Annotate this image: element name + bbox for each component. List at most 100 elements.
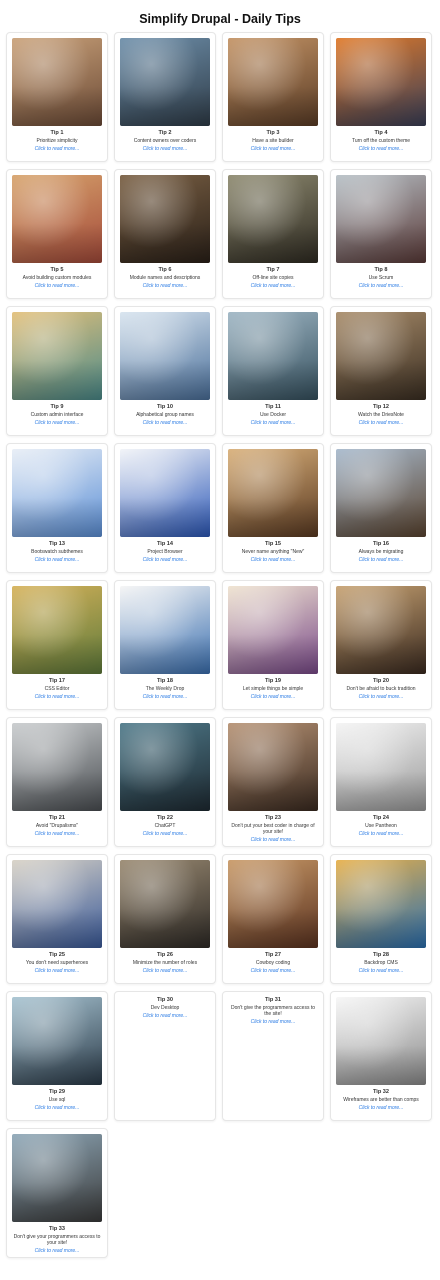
tip-image[interactable]	[12, 586, 102, 674]
read-more-link[interactable]: Click to read more...	[359, 694, 404, 700]
tip-image[interactable]	[228, 175, 318, 263]
tip-card[interactable]: Tip 3 Have a site builder Click to read mo…	[222, 32, 324, 162]
tip-card[interactable]: Tip 32 Wireframes are better than comps Cl…	[330, 991, 432, 1121]
tip-image[interactable]	[336, 38, 426, 126]
tip-image[interactable]	[120, 175, 210, 263]
tip-card[interactable]: Tip 20 Don't be afraid to buck tradition C…	[330, 580, 432, 710]
read-more-link[interactable]: Click to read more...	[359, 420, 404, 426]
tip-title: Off-line site copies	[252, 275, 294, 281]
tip-image[interactable]	[336, 997, 426, 1085]
read-more-link[interactable]: Click to read more...	[35, 1105, 80, 1111]
read-more-link[interactable]: Click to read more...	[35, 694, 80, 700]
read-more-link[interactable]: Click to read more...	[35, 146, 80, 152]
tip-image[interactable]	[228, 449, 318, 537]
read-more-link[interactable]: Click to read more...	[251, 283, 296, 289]
tip-image[interactable]	[120, 38, 210, 126]
tip-card[interactable]: Tip 13 Bootswatch subthemes Click to read …	[6, 443, 108, 573]
read-more-link[interactable]: Click to read more...	[143, 283, 188, 289]
tip-image[interactable]	[336, 175, 426, 263]
tip-card[interactable]: Tip 10 Alphabetical group names Click to r…	[114, 306, 216, 436]
tip-card[interactable]: Tip 28 Backdrop CMS Click to read more...	[330, 854, 432, 984]
tip-image[interactable]	[12, 175, 102, 263]
tip-card[interactable]: Tip 17 CSS Editor Click to read more...	[6, 580, 108, 710]
tip-card[interactable]: Tip 9 Custom admin interface Click to read…	[6, 306, 108, 436]
tip-image[interactable]	[336, 449, 426, 537]
read-more-link[interactable]: Click to read more...	[143, 968, 188, 974]
tip-card[interactable]: Tip 24 Use Pantheon Click to read more...	[330, 717, 432, 847]
tip-card[interactable]: Tip 19 Let simple things be simple Click t…	[222, 580, 324, 710]
read-more-link[interactable]: Click to read more...	[143, 1013, 188, 1019]
read-more-link[interactable]: Click to read more...	[251, 146, 296, 152]
read-more-link[interactable]: Click to read more...	[359, 557, 404, 563]
tip-image[interactable]	[120, 449, 210, 537]
tip-card[interactable]: Tip 11 Use Docker Click to read more...	[222, 306, 324, 436]
read-more-link[interactable]: Click to read more...	[251, 694, 296, 700]
tip-image[interactable]	[336, 860, 426, 948]
tip-title: Custom admin interface	[30, 412, 84, 418]
tip-card[interactable]: Tip 4 Turn off the custom theme Click to r…	[330, 32, 432, 162]
read-more-link[interactable]: Click to read more...	[251, 420, 296, 426]
tip-image[interactable]	[120, 586, 210, 674]
read-more-link[interactable]: Click to read more...	[143, 146, 188, 152]
read-more-link[interactable]: Click to read more...	[35, 283, 80, 289]
read-more-link[interactable]: Click to read more...	[359, 1105, 404, 1111]
tip-image[interactable]	[12, 312, 102, 400]
tip-card[interactable]: Tip 5 Avoid building custom modules Click …	[6, 169, 108, 299]
read-more-link[interactable]: Click to read more...	[143, 694, 188, 700]
tip-card[interactable]: Tip 21 Avoid "Drupalisms" Click to read mo…	[6, 717, 108, 847]
tip-image[interactable]	[12, 449, 102, 537]
tip-card[interactable]: Tip 12 Watch the DriesNote Click to read m…	[330, 306, 432, 436]
tip-card[interactable]: Tip 14 Project Browser Click to read more.…	[114, 443, 216, 573]
read-more-link[interactable]: Click to read more...	[251, 557, 296, 563]
read-more-link[interactable]: Click to read more...	[359, 831, 404, 837]
tip-card[interactable]: Tip 22 ChatGPT Click to read more...	[114, 717, 216, 847]
tip-image[interactable]	[12, 860, 102, 948]
read-more-link[interactable]: Click to read more...	[251, 968, 296, 974]
tip-card[interactable]: Tip 26 Minimize the number of roles Click …	[114, 854, 216, 984]
tip-image[interactable]	[12, 997, 102, 1085]
tip-image[interactable]	[12, 723, 102, 811]
tip-image[interactable]	[12, 1134, 102, 1222]
tip-card[interactable]: Tip 18 The Weekly Drop Click to read more.…	[114, 580, 216, 710]
read-more-link[interactable]: Click to read more...	[143, 557, 188, 563]
read-more-link[interactable]: Click to read more...	[35, 831, 80, 837]
read-more-link[interactable]: Click to read more...	[35, 420, 80, 426]
tip-card[interactable]: Tip 29 Use sql Click to read more...	[6, 991, 108, 1121]
read-more-link[interactable]: Click to read more...	[35, 968, 80, 974]
tip-image[interactable]	[12, 38, 102, 126]
tip-image[interactable]	[336, 312, 426, 400]
tip-card[interactable]: Tip 27 Cowboy coding Click to read more...	[222, 854, 324, 984]
read-more-link[interactable]: Click to read more...	[359, 283, 404, 289]
read-more-link[interactable]: Click to read more...	[251, 1019, 296, 1025]
read-more-link[interactable]: Click to read more...	[143, 831, 188, 837]
tip-image[interactable]	[228, 860, 318, 948]
tip-image[interactable]	[228, 586, 318, 674]
read-more-link[interactable]: Click to read more...	[35, 557, 80, 563]
read-more-link[interactable]: Click to read more...	[359, 968, 404, 974]
tip-image[interactable]	[228, 38, 318, 126]
tip-card[interactable]: Tip 7 Off-line site copies Click to read m…	[222, 169, 324, 299]
tip-image[interactable]	[120, 860, 210, 948]
read-more-link[interactable]: Click to read more...	[143, 420, 188, 426]
tip-image[interactable]	[336, 586, 426, 674]
tip-card[interactable]: Tip 23 Don't put your best coder in charg…	[222, 717, 324, 847]
tip-card[interactable]: Tip 15 Never name anything "New" Click to …	[222, 443, 324, 573]
tip-card[interactable]: Tip 33 Don't give your programmers access…	[6, 1128, 108, 1258]
tip-card[interactable]: Tip 6 Module names and descriptions Click …	[114, 169, 216, 299]
tip-card[interactable]: Tip 30 Dev Desktop Click to read more...	[114, 991, 216, 1121]
read-more-link[interactable]: Click to read more...	[35, 1248, 80, 1254]
tip-card[interactable]: Tip 25 You don't need superheroes Click to…	[6, 854, 108, 984]
tip-image[interactable]	[120, 723, 210, 811]
tip-image[interactable]	[228, 723, 318, 811]
tip-card[interactable]: Tip 2 Content owners over coders Click to …	[114, 32, 216, 162]
tip-image[interactable]	[336, 723, 426, 811]
tip-card[interactable]: Tip 8 Use Scrum Click to read more...	[330, 169, 432, 299]
read-more-link[interactable]: Click to read more...	[359, 146, 404, 152]
tip-image[interactable]	[228, 312, 318, 400]
tip-card[interactable]: Tip 1 Prioritize simplicity Click to read …	[6, 32, 108, 162]
tip-number: Tip 33	[48, 1226, 66, 1232]
tip-image[interactable]	[120, 312, 210, 400]
tip-card[interactable]: Tip 31 Don't give the programmers access …	[222, 991, 324, 1121]
read-more-link[interactable]: Click to read more...	[251, 837, 296, 843]
tip-card[interactable]: Tip 16 Always be migrating Click to read m…	[330, 443, 432, 573]
